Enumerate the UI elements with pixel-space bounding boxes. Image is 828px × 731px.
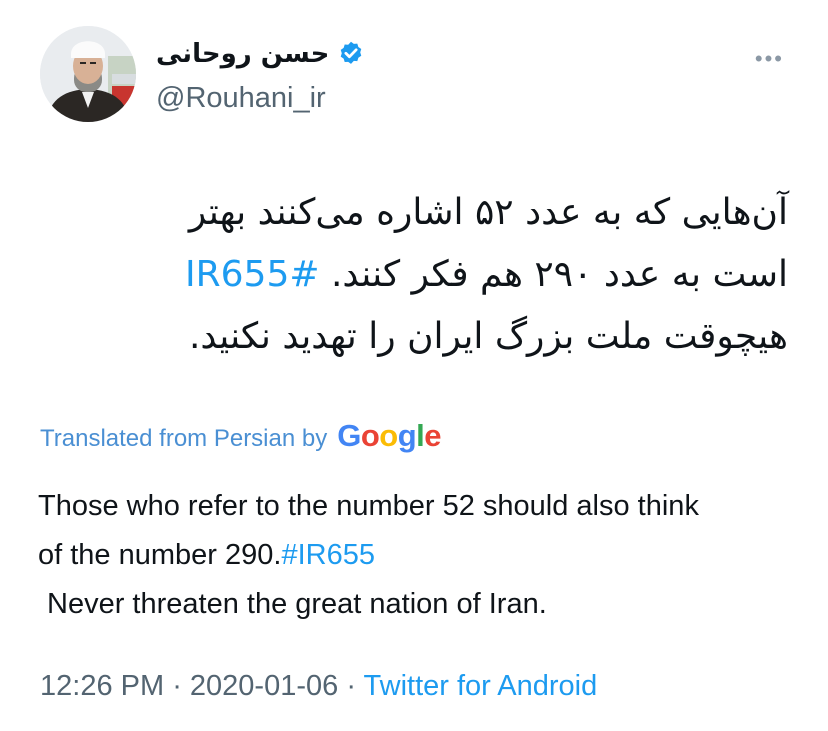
meta-separator: · <box>164 670 190 702</box>
translation-line-1: Those who refer to the number 52 should … <box>38 490 699 522</box>
tweet-date[interactable]: 2020-01-06 <box>190 670 338 702</box>
translated-from-label[interactable]: Translated from Persian by <box>40 425 327 453</box>
google-logo: Google <box>337 418 441 454</box>
persian-line-2-text: است به عدد ۲۹۰ هم فکر کنند. <box>330 254 788 295</box>
hashtag-link[interactable]: #IR655 <box>185 254 320 295</box>
verified-badge-icon <box>341 41 362 64</box>
avatar[interactable] <box>40 26 136 122</box>
author-name-row: حسن روحانی <box>156 36 365 72</box>
google-logo-letter: o <box>379 418 398 453</box>
tweet-translation: Those who refer to the number 52 should … <box>38 482 788 629</box>
google-logo-letter: g <box>397 418 417 453</box>
google-logo-letter: G <box>337 418 361 453</box>
translation-line-2-text: of the number 290. <box>38 539 282 571</box>
meta-separator: · <box>338 670 364 702</box>
tweet-metadata: 12:26 PM · 2020-01-06 · Twitter for Andr… <box>40 670 597 703</box>
google-logo-letter: o <box>360 418 380 453</box>
google-logo-letter: e <box>424 418 442 453</box>
tweet-time[interactable]: 12:26 PM <box>40 670 164 702</box>
persian-line-1: آن‌هایی که به عدد ۵۲ اشاره می‌کنند بهتر <box>188 192 788 233</box>
translation-line-3: Never threaten the great nation of Iran. <box>47 588 547 620</box>
author-display-name[interactable]: حسن روحانی <box>156 39 329 69</box>
translation-hashtag-link[interactable]: #IR655 <box>281 539 375 571</box>
avatar-image <box>40 26 136 122</box>
persian-line-3: هیچوقت ملت بزرگ ایران را تهدید نکنید. <box>188 316 788 357</box>
tweet-card: حسن روحانی @Rouhani_ir ••• آن‌هایی که به… <box>0 0 828 731</box>
more-options-icon[interactable]: ••• <box>755 48 784 70</box>
author-handle[interactable]: @Rouhani_ir <box>156 82 326 115</box>
translation-attribution: Translated from Persian by Google <box>40 418 442 454</box>
tweet-source-link[interactable]: Twitter for Android <box>364 670 598 702</box>
persian-line-2: است به عدد ۲۹۰ هم فکر کنند. #IR655 <box>100 244 788 306</box>
tweet-text-persian: آن‌هایی که به عدد ۵۲ اشاره می‌کنند بهتر … <box>100 182 788 368</box>
translation-line-2: of the number 290.#IR655 <box>38 531 788 580</box>
